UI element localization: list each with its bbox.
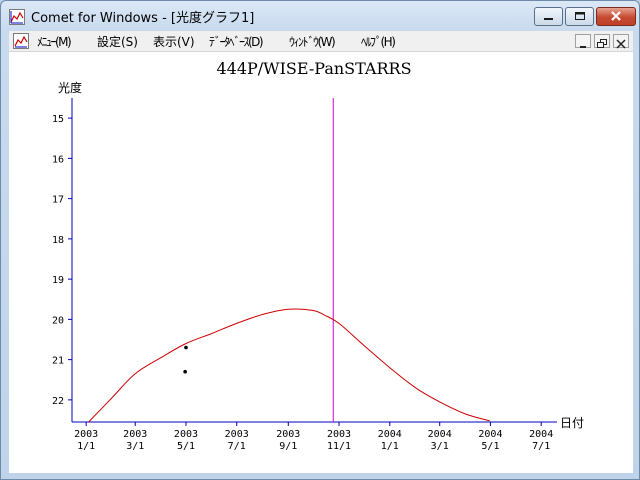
light-curve-view: 444P/WISE-PanSTARRS 光度 日付 15 16 17 18 19 20 21…: [9, 52, 633, 473]
menu-view[interactable]: 表示(V): [153, 33, 195, 50]
x-tick-label-date: 3/1: [431, 441, 449, 452]
x-tick-label-year: 2004: [478, 429, 502, 440]
menu-settings[interactable]: 設定(S): [97, 33, 138, 50]
mdi-restore-button[interactable]: [594, 34, 610, 48]
window-title: Comet for Windows - [光度グラフ1]: [31, 11, 255, 26]
x-tick-label-year: 2003: [276, 429, 300, 440]
x-tick-label-date: 7/1: [532, 441, 550, 452]
magnitude-curve: [88, 308, 490, 423]
x-tick-label-year: 2004: [428, 429, 452, 440]
maximize-button[interactable]: [565, 7, 594, 26]
y-tick-label: 15: [52, 114, 64, 125]
x-tick-label-year: 2003: [225, 429, 249, 440]
menu-help[interactable]: ﾍﾙﾌﾟ(H): [361, 33, 396, 50]
app-window: Comet for Windows - [光度グラフ1] ﾒﾆｭｰ(M) 設定(…: [0, 0, 640, 480]
x-tick-label-date: 7/1: [228, 441, 246, 452]
close-button[interactable]: [596, 7, 636, 26]
plot-area: [88, 98, 490, 423]
y-tick-label: 18: [52, 235, 64, 246]
x-tick-label-year: 2003: [74, 429, 98, 440]
mdi-minimize-button[interactable]: [575, 34, 591, 48]
y-tick-label: 21: [52, 356, 64, 367]
minimize-button[interactable]: [534, 7, 563, 26]
x-tick-label-date: 9/1: [279, 441, 297, 452]
chart-icon: [9, 9, 25, 25]
y-tick-label: 19: [52, 275, 64, 286]
minimize-icon: [544, 18, 553, 20]
light-curve-chart: 444P/WISE-PanSTARRS 光度 日付 15 16 17 18 19 20 21…: [52, 59, 584, 452]
observation-point: [183, 369, 187, 374]
x-tick-label-year: 2003: [123, 429, 147, 440]
maximize-icon: [575, 12, 585, 20]
x-axis-label: 日付: [560, 416, 584, 430]
menu-database[interactable]: ﾃﾞｰﾀﾍﾞｰｽ(D): [209, 33, 264, 50]
x-tick-label-year: 2004: [529, 429, 553, 440]
x-tick-label-date: 1/1: [381, 441, 399, 452]
x-tick-label-date: 11/1: [327, 441, 351, 452]
x-tick-label-year: 2003: [174, 429, 198, 440]
observation-point: [184, 345, 188, 350]
title-bar[interactable]: Comet for Windows - [光度グラフ1]: [1, 1, 639, 31]
y-axis-label: 光度: [58, 80, 82, 95]
mdi-close-button[interactable]: [613, 34, 629, 49]
menu-bar: ﾒﾆｭｰ(M) 設定(S) 表示(V) ﾃﾞｰﾀﾍﾞｰｽ(D) ｳｨﾝﾄﾞｳ(W…: [9, 31, 633, 52]
axes: 151617181920212220031/120033/120035/1200…: [52, 98, 557, 452]
x-tick-label-date: 1/1: [77, 441, 95, 452]
chart-icon[interactable]: [13, 33, 29, 49]
x-tick-label-date: 5/1: [177, 441, 195, 452]
chart-title: 444P/WISE-PanSTARRS: [216, 59, 411, 78]
x-tick-label-date: 3/1: [126, 441, 144, 452]
y-tick-label: 17: [52, 195, 64, 206]
restore-icon: [597, 39, 607, 48]
menu-window[interactable]: ｳｨﾝﾄﾞｳ(W): [289, 33, 336, 50]
y-tick-label: 22: [52, 396, 64, 407]
x-tick-label-year: 2004: [378, 429, 402, 440]
x-tick-label-year: 2003: [327, 429, 351, 440]
close-icon: [611, 11, 621, 21]
y-tick-label: 20: [52, 315, 64, 326]
minimize-icon: [580, 46, 586, 48]
menu-menu[interactable]: ﾒﾆｭｰ(M): [37, 33, 72, 50]
y-tick-label: 16: [52, 154, 64, 165]
close-icon: [616, 39, 626, 49]
x-tick-label-date: 5/1: [481, 441, 499, 452]
